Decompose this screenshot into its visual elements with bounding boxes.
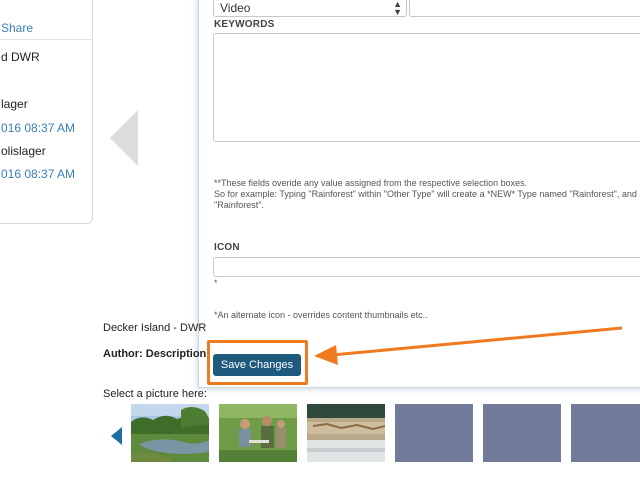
save-button-highlight: [207, 340, 308, 385]
keywords-label: KEYWORDS: [214, 19, 275, 30]
thumbnail-placeholder[interactable]: [395, 404, 473, 462]
type-select-value: Video: [220, 1, 251, 15]
icon-required-asterisk: *: [214, 278, 218, 288]
carousel-prev-large-icon[interactable]: [110, 110, 138, 166]
info-created-date: 016 08:37 AM: [1, 121, 76, 135]
thumbnail-field-team[interactable]: [219, 404, 297, 462]
annotation-arrow-icon: [314, 326, 623, 365]
thumbnail-placeholder[interactable]: [571, 404, 640, 462]
info-modified-date: 016 08:37 AM: [1, 167, 76, 181]
override-note-line2: So for example: Typing "Rainforest" with…: [214, 189, 640, 199]
keywords-textarea[interactable]: [213, 33, 640, 142]
share-link[interactable]: Share: [1, 21, 33, 35]
override-note-line1: **These fields overide any value assigne…: [214, 178, 528, 188]
info-owner: d DWR: [1, 50, 40, 64]
info-card: Share d DWR lager 016 08:37 AM olislager…: [0, 0, 93, 224]
override-note-line3: "Rainforest".: [214, 200, 264, 210]
thumbnail-sediment-sample[interactable]: [307, 404, 385, 462]
icon-input[interactable]: [213, 257, 640, 277]
thumbnail-prev-icon[interactable]: [111, 427, 122, 445]
thumbnail-placeholder[interactable]: [483, 404, 561, 462]
up-down-caret-icon: ▲ ▼: [393, 0, 402, 17]
info-modified-by: olislager: [1, 144, 46, 158]
page: Share d DWR lager 016 08:37 AM olislager…: [0, 0, 640, 480]
picture-select-prompt: Select a picture here:: [103, 388, 207, 400]
author-description-label: Author: Description: [103, 348, 207, 360]
divider: [0, 39, 92, 40]
other-type-input[interactable]: [409, 0, 640, 17]
icon-label: ICON: [214, 242, 240, 253]
item-title: Decker Island - DWR: [103, 322, 207, 334]
type-select[interactable]: Video ▲ ▼: [213, 0, 407, 17]
info-created-by: lager: [1, 97, 28, 111]
thumbnail-river-landscape[interactable]: [131, 404, 209, 462]
